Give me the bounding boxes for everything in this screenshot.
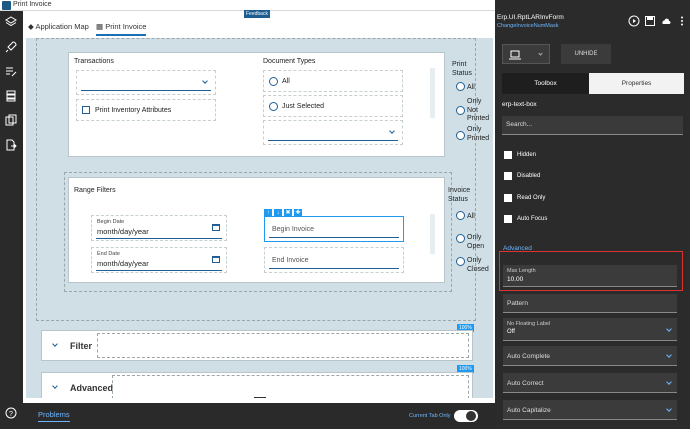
rocket-icon[interactable] bbox=[5, 41, 17, 53]
range-filters-panel: Range Filters Begin Date month/day/year … bbox=[68, 177, 445, 283]
transactions-panel: Transactions Print Inventory Attributes … bbox=[68, 52, 445, 157]
property-search-input[interactable]: Search... bbox=[502, 116, 683, 135]
transactions-label: Transactions bbox=[74, 58, 114, 65]
export-icon[interactable] bbox=[5, 139, 17, 151]
tab-application-map[interactable]: ◆ Application Map bbox=[28, 22, 89, 36]
feedback-button[interactable]: Feedback bbox=[244, 10, 270, 18]
auto-focus-checkbox[interactable] bbox=[504, 215, 512, 223]
unhide-button[interactable]: UNHIDE bbox=[561, 44, 611, 64]
doc-type-dropdown[interactable] bbox=[263, 120, 403, 145]
save-icon[interactable] bbox=[644, 15, 656, 27]
chevron-down-icon bbox=[666, 379, 672, 385]
grid-icon: ▦ bbox=[96, 22, 104, 31]
advanced-section[interactable]: Advanced bbox=[41, 372, 473, 398]
print-inventory-row[interactable]: Print Inventory Attributes bbox=[76, 99, 216, 121]
filter-section-label: Filter bbox=[70, 341, 93, 351]
pattern-field[interactable]: Pattern bbox=[503, 294, 677, 313]
auto-capitalize-select[interactable]: Auto Capitalize bbox=[503, 400, 677, 420]
radio-only-closed[interactable] bbox=[456, 257, 465, 266]
radio-all[interactable] bbox=[269, 77, 278, 86]
tab-bar: ◆ Application Map ▦ Print Invoice bbox=[23, 17, 495, 39]
chevron-down-icon bbox=[666, 326, 672, 332]
radio-print-all[interactable] bbox=[456, 82, 465, 91]
print-inventory-checkbox[interactable] bbox=[82, 106, 90, 114]
doc-type-all[interactable]: All bbox=[263, 70, 403, 92]
end-invoice-field[interactable]: End Invoice bbox=[264, 247, 404, 273]
calendar-icon[interactable] bbox=[212, 224, 220, 231]
play-icon[interactable] bbox=[628, 15, 640, 27]
filter-section[interactable]: Filter bbox=[41, 330, 473, 361]
transactions-dropdown[interactable] bbox=[76, 70, 216, 95]
resize-handle[interactable] bbox=[254, 397, 266, 398]
auto-correct-select[interactable]: Auto Correct bbox=[503, 373, 677, 393]
range-filters-label: Range Filters bbox=[74, 187, 116, 194]
print-inventory-label: Print Inventory Attributes bbox=[95, 107, 172, 114]
radio-only-printed[interactable] bbox=[456, 131, 465, 140]
chevron-down-icon bbox=[666, 406, 672, 412]
doc-type-just-selected[interactable]: Just Selected bbox=[263, 95, 403, 117]
chevron-down-icon bbox=[389, 128, 395, 134]
list-edit-icon[interactable] bbox=[5, 66, 17, 78]
component-subtitle[interactable]: ChangeInvoiceNumMask bbox=[497, 23, 558, 29]
status-bar: Problems Current Tab Only bbox=[23, 403, 495, 429]
no-floating-label-select[interactable]: No Floating Label Off bbox=[503, 318, 677, 341]
radio-only-open[interactable] bbox=[456, 234, 465, 243]
left-rail: ? bbox=[0, 11, 23, 429]
radio-only-not-printed[interactable] bbox=[456, 106, 465, 115]
advanced-section-label: Advanced bbox=[70, 383, 114, 393]
max-length-field[interactable]: Max Length 10.00 bbox=[503, 265, 677, 287]
copy-icon[interactable] bbox=[5, 114, 17, 126]
calendar-icon[interactable] bbox=[212, 256, 220, 263]
current-tab-only-label: Current Tab Only bbox=[409, 413, 451, 419]
app-icon bbox=[2, 1, 11, 10]
print-status-label: Print Status bbox=[452, 61, 472, 77]
device-select[interactable] bbox=[502, 44, 550, 64]
scroll-handle[interactable] bbox=[430, 68, 435, 118]
svg-text:?: ? bbox=[9, 411, 13, 418]
database-icon[interactable] bbox=[5, 90, 17, 102]
window-title: Print Invoice bbox=[13, 1, 52, 8]
diamond-icon: ◆ bbox=[28, 22, 34, 31]
document-types-label: Document Types bbox=[263, 58, 316, 65]
scroll-handle[interactable] bbox=[430, 214, 435, 254]
more-icon[interactable] bbox=[676, 15, 688, 27]
begin-date-field[interactable]: Begin Date month/day/year bbox=[91, 215, 227, 241]
help-icon[interactable]: ? bbox=[5, 407, 17, 419]
chevron-down-icon bbox=[52, 383, 58, 389]
layers-icon[interactable] bbox=[5, 16, 17, 28]
properties-panel: Erp.UI.RptLARInvForm ChangeInvoiceNumMas… bbox=[495, 0, 690, 429]
tab-properties[interactable]: Properties bbox=[589, 73, 684, 94]
laptop-icon bbox=[509, 50, 521, 60]
end-date-field[interactable]: End Date month/day/year bbox=[91, 247, 227, 273]
chevron-down-icon bbox=[52, 341, 58, 347]
invoice-status-label: Invoice Status bbox=[448, 187, 471, 203]
chevron-down-icon bbox=[538, 51, 543, 56]
component-type-label: erp-text-box bbox=[502, 101, 537, 108]
chevron-down-icon bbox=[666, 352, 672, 358]
hidden-checkbox[interactable] bbox=[504, 151, 512, 159]
disabled-checkbox[interactable] bbox=[504, 172, 512, 180]
read-only-checkbox[interactable] bbox=[504, 194, 512, 202]
tab-toolbox[interactable]: Toolbox bbox=[502, 73, 589, 94]
current-tab-only-toggle[interactable] bbox=[454, 410, 478, 422]
cloud-upload-icon[interactable] bbox=[660, 15, 672, 27]
auto-complete-select[interactable]: Auto Complete bbox=[503, 346, 677, 366]
chevron-down-icon bbox=[202, 78, 208, 84]
component-title: Erp.UI.RptLARInvForm bbox=[497, 14, 564, 21]
form-canvas: Transactions Print Inventory Attributes … bbox=[26, 38, 493, 398]
begin-invoice-field[interactable]: Begin Invoice bbox=[264, 216, 404, 242]
problems-tab[interactable]: Problems bbox=[38, 410, 70, 422]
radio-just-selected[interactable] bbox=[269, 102, 278, 111]
tab-print-invoice[interactable]: ▦ Print Invoice bbox=[96, 22, 147, 36]
radio-invoice-all[interactable] bbox=[456, 211, 465, 220]
